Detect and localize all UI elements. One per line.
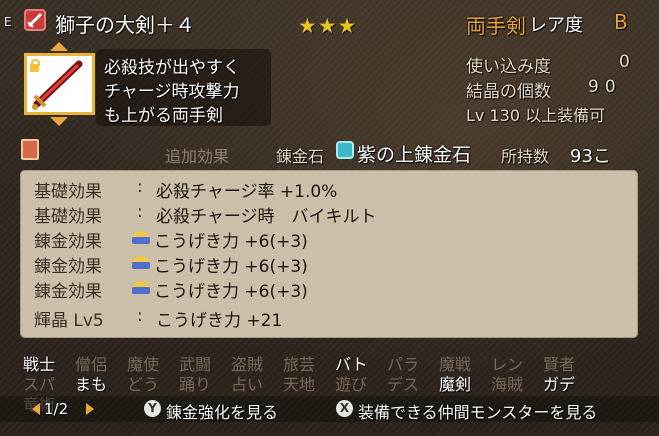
- view-alchemy-upgrade-action[interactable]: 錬金強化を見る: [166, 399, 278, 423]
- level-requirement: Lv 130 以上装備可: [466, 106, 606, 125]
- effect-value: 必殺チャージ率 +1.0%: [156, 182, 338, 202]
- job-16: 天地: [283, 375, 316, 394]
- job-14: 踊り: [179, 375, 212, 394]
- owned-count-label: 所持数: [501, 147, 550, 166]
- book-icon[interactable]: [21, 139, 39, 160]
- job-13: どう: [127, 375, 160, 394]
- effect-type: 輝晶 Lv5: [34, 311, 104, 331]
- x-button-icon[interactable]: X: [336, 400, 353, 417]
- alchemy-crown-icon: [132, 281, 150, 294]
- effect-type: 基礎効果: [34, 207, 102, 227]
- job-3: 武闘: [179, 355, 212, 374]
- effect-value: こうげき力 +6(+3): [154, 282, 308, 302]
- effect-colon: :: [137, 202, 143, 222]
- crystal-count-value: 90: [588, 77, 622, 97]
- item-detail-screen: E 獅子の大剣＋４ ★★★ 両手剣 レア度 B 必殺技が出やすく チャージ時攻撃…: [0, 0, 659, 436]
- job-1: 僧侶: [75, 355, 108, 374]
- alchemy-stone-name: 紫の上錬金石: [357, 144, 472, 166]
- job-4: 盗賊: [231, 355, 264, 374]
- effect-type: 錬金効果: [34, 232, 102, 252]
- effect-value: こうげき力 +6(+3): [154, 257, 308, 277]
- equipped-marker: E: [4, 15, 12, 29]
- sword-category-icon: [24, 9, 46, 31]
- job-12: まも: [75, 375, 108, 394]
- job-15: 占い: [231, 375, 264, 394]
- job-17: 遊び: [335, 375, 368, 394]
- job-0: 戦士: [23, 355, 56, 374]
- job-21: ガデ: [543, 375, 576, 394]
- alchemy-crown-icon: [132, 256, 150, 269]
- view-equippable-monsters-action[interactable]: 装備できる仲間モンスターを見る: [358, 399, 597, 423]
- scroll-down-arrow-icon[interactable]: [50, 117, 68, 126]
- description-line-3: も上がる両手剣: [104, 106, 223, 126]
- job-19: 魔剣: [439, 375, 472, 394]
- effects-panel: 基礎効果 : 必殺チャージ率 +1.0% 基礎効果 : 必殺チャージ時 バイキル…: [20, 170, 638, 338]
- effect-colon: :: [137, 306, 143, 326]
- job-8: 魔戦: [439, 355, 472, 374]
- alchemy-stone-label: 錬金石: [276, 147, 325, 166]
- effect-value: こうげき力 +21: [156, 311, 283, 331]
- job-6: バト: [335, 355, 368, 374]
- lock-icon[interactable]: [30, 59, 40, 72]
- rarity-label: レア度: [529, 15, 583, 36]
- usage-label: 使い込み度: [466, 57, 551, 77]
- job-20: 海賊: [491, 375, 524, 394]
- usage-value: 0: [619, 52, 630, 72]
- effect-type: 錬金効果: [34, 257, 102, 277]
- description-box: 必殺技が出やすく チャージ時攻撃力 も上がる両手剣: [96, 49, 271, 126]
- additional-effects-label: 追加効果: [165, 147, 230, 166]
- job-11: スパ: [23, 375, 56, 394]
- page-next-arrow-icon[interactable]: [86, 403, 94, 415]
- effect-colon: :: [137, 177, 143, 197]
- job-9: レン: [491, 355, 524, 374]
- weapon-type: 両手剣: [466, 14, 526, 38]
- effect-type: 基礎効果: [34, 182, 102, 202]
- rarity-stars: ★★★: [298, 14, 358, 38]
- effect-value: こうげき力 +6(+3): [154, 232, 308, 252]
- job-7: パラ: [387, 355, 420, 374]
- description-line-1: 必殺技が出やすく: [104, 58, 240, 78]
- y-button-icon[interactable]: Y: [144, 400, 161, 417]
- job-2: 魔使: [127, 355, 160, 374]
- rarity-grade: B: [614, 10, 628, 34]
- crystal-count-label: 結晶の個数: [466, 82, 551, 102]
- page-indicator: 1/2: [44, 400, 69, 418]
- job-5: 旅芸: [283, 355, 316, 374]
- alchemy-stone-icon: [336, 141, 354, 159]
- effect-type: 錬金効果: [34, 282, 102, 302]
- scroll-up-arrow-icon[interactable]: [50, 42, 68, 51]
- owned-count-value: 93こ: [570, 146, 611, 167]
- job-18: デス: [387, 375, 420, 394]
- page-prev-arrow-icon[interactable]: [32, 403, 40, 415]
- alchemy-crown-icon: [132, 231, 150, 244]
- job-10: 賢者: [543, 355, 576, 374]
- item-name: 獅子の大剣＋４: [55, 13, 195, 37]
- effect-value: 必殺チャージ時 バイキルト: [156, 207, 377, 227]
- description-line-2: チャージ時攻撃力: [104, 82, 240, 102]
